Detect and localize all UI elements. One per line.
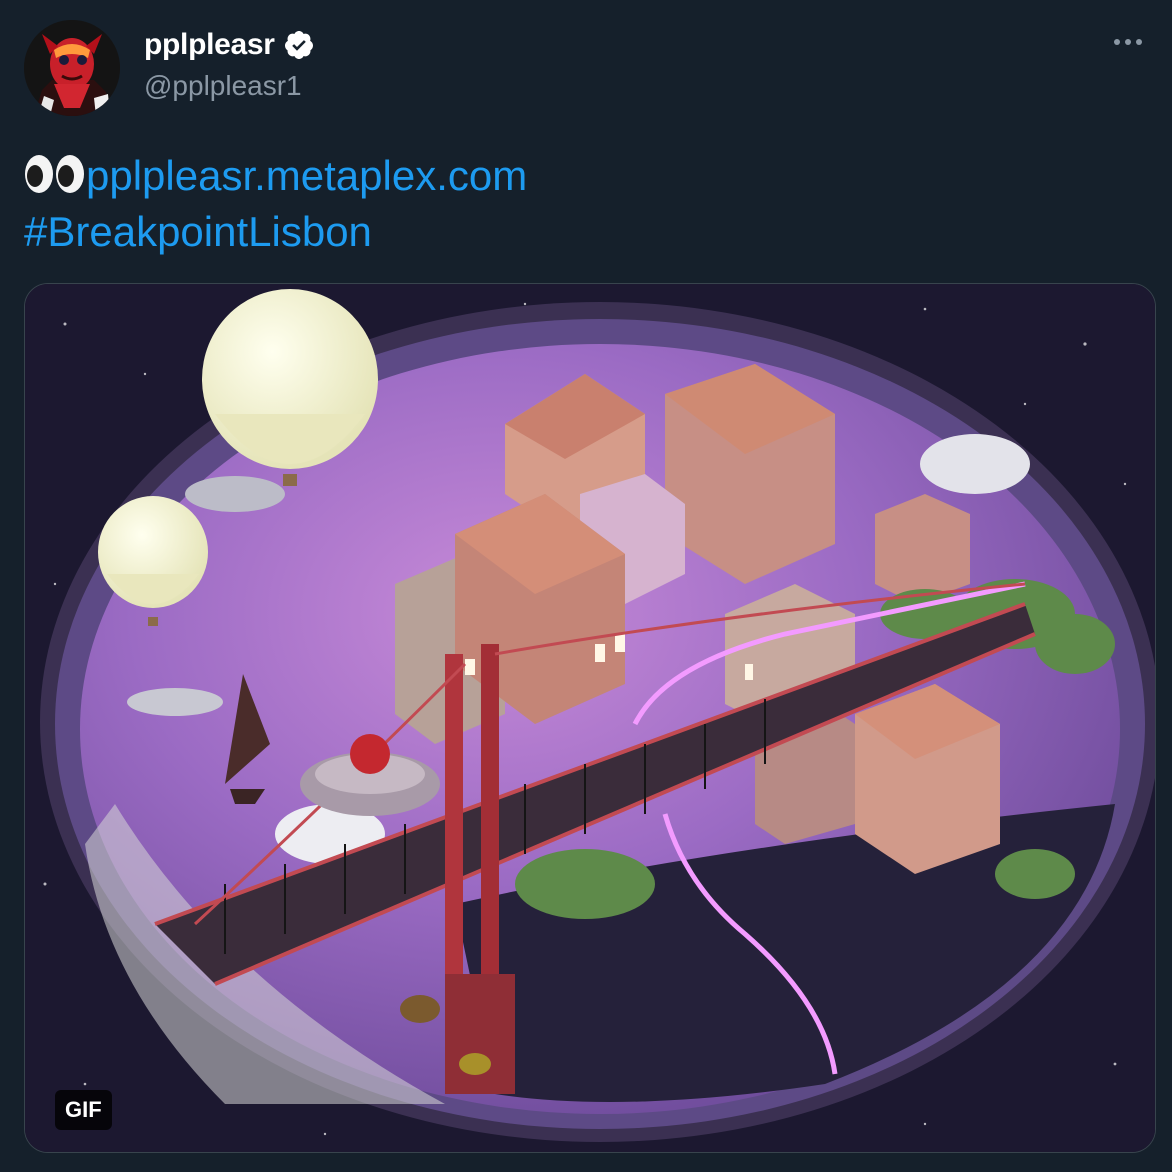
author-avatar[interactable] [24, 20, 120, 116]
author-block: pplpleasr @pplpleasr1 [144, 26, 315, 102]
tweet-text: pplpleasr.metaplex.com #BreakpointLisbon [24, 148, 527, 260]
eyes-emoji-icon [25, 155, 84, 193]
verified-badge-icon [284, 31, 313, 59]
gif-badge: GIF [55, 1090, 112, 1130]
tweet-link[interactable]: pplpleasr.metaplex.com [86, 152, 527, 199]
avatar-image [24, 20, 120, 116]
display-name[interactable]: pplpleasr [144, 28, 275, 62]
hashtag-link[interactable]: #BreakpointLisbon [24, 208, 372, 255]
display-name-row: pplpleasr [144, 26, 315, 64]
more-options-button[interactable] [1108, 30, 1148, 54]
tweet-line-1: pplpleasr.metaplex.com [24, 148, 527, 204]
more-dots-icon [1114, 39, 1142, 45]
isometric-lisbon-illustration [25, 284, 1155, 1152]
tweet-card: pplpleasr @pplpleasr1 pplpleasr.metaplex… [0, 0, 1172, 1172]
author-handle[interactable]: @pplpleasr1 [144, 70, 315, 102]
tweet-line-2: #BreakpointLisbon [24, 204, 527, 260]
media-gif[interactable]: GIF [24, 283, 1156, 1153]
